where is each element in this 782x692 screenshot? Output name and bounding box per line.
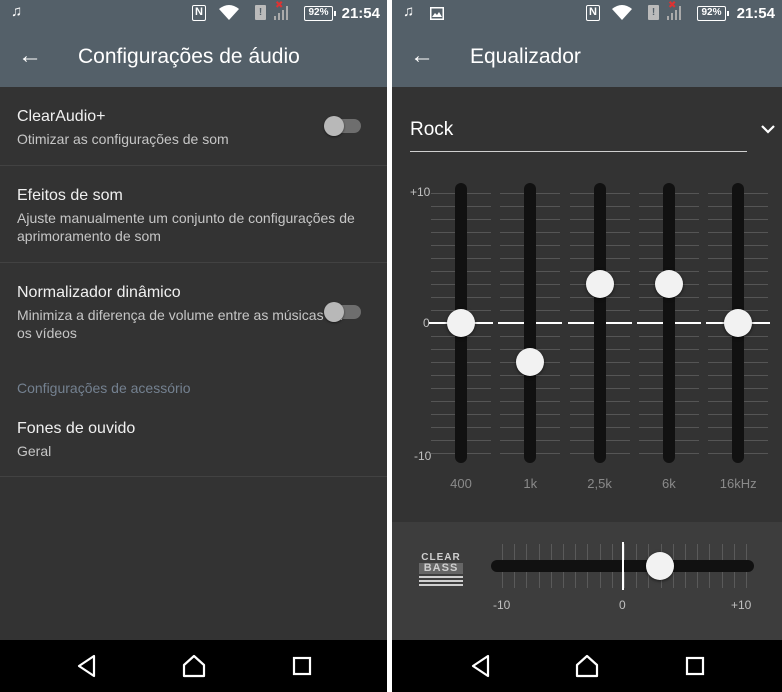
battery-indicator: 92% [304, 6, 336, 21]
sim-card-icon: ! [255, 5, 266, 20]
setting-subtitle: Otimizar as configurações de som [17, 131, 229, 147]
wifi-icon [612, 5, 632, 20]
clear-bass-zero-label: 0 [619, 598, 626, 612]
signal-icon: ✖ [667, 0, 683, 20]
nav-home-icon[interactable] [574, 653, 600, 679]
sim-card-icon: ! [648, 5, 659, 20]
arrow-back-icon[interactable]: ← [407, 41, 437, 71]
setting-subtitle: Minimiza a diferença de volume entre as … [17, 307, 344, 341]
music-note-icon: ♫ [11, 3, 23, 20]
eq-band-frequency-label: 2,5k [587, 476, 612, 491]
nav-back-icon[interactable] [74, 653, 100, 679]
eq-band-frequency-label: 400 [450, 476, 472, 491]
equalizer-screen: ♫ N ! ✖ 92% 21:54 ← Equalizador Rock +10… [392, 0, 782, 692]
navigation-bar [392, 640, 782, 692]
app-bar: ← Configurações de áudio [0, 27, 387, 87]
clear-bass-min-label: -10 [493, 598, 511, 612]
preset-value: Rock [410, 119, 454, 140]
clear-bass-zero-line [622, 542, 624, 590]
status-clock: 21:54 [341, 5, 380, 22]
nfc-icon: N [586, 5, 600, 21]
app-bar: ← Equalizador [392, 27, 782, 87]
eq-band-5[interactable]: 16kHz [706, 183, 771, 491]
clear-bass-thumb[interactable] [645, 552, 674, 580]
clear-bass-panel: CLEAR BASS -10 0 +10 [392, 522, 782, 640]
nav-recent-icon[interactable] [682, 653, 708, 679]
section-header-accessory: Configurações de acessório [17, 380, 191, 396]
audio-settings-screen: ♫ N ! ✖ 92% 21:54 ← Configurações de áud… [0, 0, 387, 692]
signal-icon: ✖ [274, 0, 290, 20]
clear-bass-logo: CLEAR BASS [419, 552, 463, 590]
setting-subtitle: Geral [17, 443, 52, 459]
nav-back-icon[interactable] [468, 653, 494, 679]
status-bar: ♫ N ! ✖ 92% 21:54 [392, 0, 782, 27]
eq-band-track[interactable] [524, 183, 537, 463]
setting-title: Efeitos de som [17, 187, 123, 204]
page-title: Configurações de áudio [78, 45, 300, 68]
eq-band-thumb[interactable] [585, 270, 614, 298]
eq-band-thumb[interactable] [447, 309, 475, 337]
eq-band-2[interactable]: 1k [498, 183, 563, 491]
preset-dropdown[interactable]: Rock [410, 117, 775, 152]
wifi-icon [219, 5, 239, 20]
toggle-knob [324, 302, 344, 322]
eq-band-track[interactable] [593, 183, 606, 463]
eq-band-thumb[interactable] [724, 309, 753, 337]
music-note-icon: ♫ [403, 3, 415, 20]
setting-subtitle: Ajuste manualmente um conjunto de config… [17, 210, 355, 244]
setting-sound-effects[interactable]: Efeitos de som Ajuste manualmente um con… [0, 166, 387, 263]
clear-bass-max-label: +10 [731, 598, 752, 612]
page-title: Equalizador [470, 45, 581, 68]
scale-max-label: +10 [410, 185, 431, 199]
setting-dynamic-normalizer[interactable]: Normalizador dinâmico Minimiza a diferen… [0, 263, 387, 363]
image-icon [430, 7, 444, 20]
nav-home-icon[interactable] [181, 653, 207, 679]
equalizer-bands: +10 0 -10 400 1k 2,5k 6k 16kHz [392, 160, 782, 520]
nfc-icon: N [192, 5, 206, 21]
eq-band-3[interactable]: 2,5k [567, 183, 632, 491]
toggle-knob [324, 116, 344, 136]
setting-title: Normalizador dinâmico [17, 284, 181, 301]
eq-band-track[interactable] [662, 183, 675, 463]
nav-recent-icon[interactable] [289, 653, 315, 679]
setting-headphones[interactable]: Fones de ouvido Geral [0, 400, 387, 477]
eq-band-1[interactable]: 400 [429, 183, 493, 491]
eq-band-frequency-label: 16kHz [719, 476, 757, 491]
normalizer-toggle[interactable] [324, 302, 361, 322]
setting-clearaudio[interactable]: ClearAudio+ Otimizar as configurações de… [0, 87, 387, 166]
status-bar: ♫ N ! ✖ 92% 21:54 [0, 0, 387, 27]
eq-band-frequency-label: 1k [523, 476, 538, 491]
navigation-bar [0, 640, 387, 692]
status-clock: 21:54 [736, 5, 775, 22]
eq-band-frequency-label: 6k [662, 476, 676, 491]
clearaudio-toggle[interactable] [324, 116, 361, 136]
chevron-down-icon[interactable] [756, 117, 780, 141]
battery-indicator: 92% [697, 6, 729, 21]
arrow-back-icon[interactable]: ← [15, 41, 45, 71]
eq-band-thumb[interactable] [654, 270, 683, 298]
setting-title: ClearAudio+ [17, 108, 106, 125]
setting-title: Fones de ouvido [17, 420, 136, 437]
eq-band-4[interactable]: 6k [636, 183, 701, 491]
